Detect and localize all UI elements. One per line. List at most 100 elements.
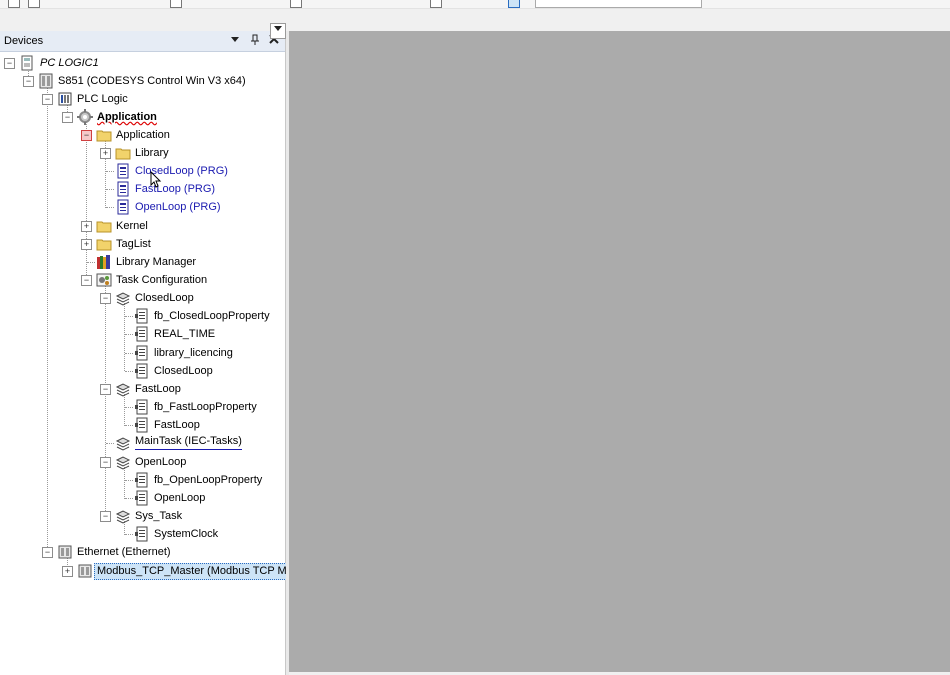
collapse-toggle[interactable]: − (23, 76, 34, 87)
program-call-icon (134, 363, 150, 379)
tree-node-modbus-master[interactable]: + Modbus_TCP_Master (Modbus TCP Maste (0, 562, 286, 580)
tree-node-kernel[interactable]: + Kernel (0, 217, 280, 235)
folder-icon (115, 145, 131, 161)
toolbar-strip (0, 9, 950, 31)
tree-line (106, 207, 114, 208)
tree-node-program-call[interactable]: library_licencing (0, 344, 280, 362)
tree-node-label: Modbus_TCP_Master (Modbus TCP Maste (94, 563, 286, 580)
tree-line (125, 498, 133, 499)
ethernet-device-icon (57, 544, 73, 560)
tree-node-label: FastLoop (135, 383, 181, 395)
tree-node-label: PLC Logic (77, 93, 128, 105)
collapse-toggle[interactable]: − (42, 547, 53, 558)
toolbar-button[interactable] (170, 0, 182, 8)
application-combo[interactable] (535, 0, 702, 8)
device-icon (38, 73, 54, 89)
toolbar-button[interactable] (8, 0, 20, 8)
program-call-icon (134, 308, 150, 324)
tree-node-label: ClosedLoop (154, 365, 213, 377)
tree-node-application[interactable]: − Application (0, 108, 280, 126)
tree-node-label: MainTask (IEC-Tasks) (135, 434, 242, 450)
expand-toggle[interactable]: + (81, 239, 92, 250)
tree-line (106, 189, 114, 190)
tree-node-task-configuration[interactable]: − Task Configuration (0, 271, 280, 289)
tree-node-label: OpenLoop (PRG) (135, 201, 221, 213)
collapse-toggle[interactable]: − (81, 275, 92, 286)
tree-node-app-folder[interactable]: − Application (0, 126, 280, 144)
tree-node-library-manager[interactable]: Library Manager (0, 253, 280, 271)
tree-line (125, 371, 133, 372)
expand-toggle[interactable]: + (81, 221, 92, 232)
ethernet-device-icon (77, 563, 93, 579)
toolbar-button[interactable] (290, 0, 302, 8)
tree-node-program-call[interactable]: fb_FastLoopProperty (0, 398, 280, 416)
tree-node-program-call[interactable]: SystemClock (0, 525, 280, 543)
collapse-toggle[interactable]: − (81, 130, 92, 141)
tree-node-label: ClosedLoop (PRG) (135, 165, 228, 177)
program-call-icon (134, 472, 150, 488)
task-config-icon (96, 272, 112, 288)
expand-toggle[interactable]: + (100, 148, 111, 159)
collapse-toggle[interactable]: − (100, 384, 111, 395)
tree-node-program-call[interactable]: REAL_TIME (0, 325, 280, 343)
task-stack-icon (115, 435, 131, 451)
tree-node-program-call[interactable]: fb_OpenLoopProperty (0, 471, 280, 489)
toolbar-button[interactable] (430, 0, 442, 8)
tree-node-device[interactable]: − S851 (CODESYS Control Win V3 x64) (0, 72, 280, 90)
tree-line (106, 171, 114, 172)
collapse-toggle[interactable]: − (100, 293, 111, 304)
pou-program-icon (115, 163, 131, 179)
collapse-toggle[interactable]: − (42, 94, 53, 105)
folder-icon (96, 218, 112, 234)
pou-program-icon (115, 181, 131, 197)
tree-node-program-call[interactable]: FastLoop (0, 416, 280, 434)
tree-line (125, 334, 133, 335)
tree-line (125, 480, 133, 481)
tree-node-taglist[interactable]: + TagList (0, 235, 280, 253)
program-call-icon (134, 526, 150, 542)
tree-node-label: OpenLoop (154, 492, 206, 504)
tree-node-task-openloop[interactable]: − OpenLoop (0, 453, 280, 471)
tree-node-label: Task Configuration (116, 274, 208, 286)
tree-node-task-fastloop[interactable]: − FastLoop (0, 380, 280, 398)
tree-node-root[interactable]: − PC LOGIC1 (0, 54, 280, 72)
program-call-icon (134, 417, 150, 433)
tree-node-task-closedloop[interactable]: − ClosedLoop (0, 289, 280, 307)
tree-line (87, 262, 95, 263)
tree-node-closedloop-prg[interactable]: ClosedLoop (PRG) (0, 162, 280, 180)
expand-toggle[interactable]: + (62, 566, 73, 577)
program-call-icon (134, 326, 150, 342)
tree-node-label: ClosedLoop (135, 292, 194, 304)
pou-program-icon (115, 199, 131, 215)
collapse-toggle[interactable]: − (100, 511, 111, 522)
toolbar-button[interactable] (508, 0, 520, 8)
collapse-toggle[interactable]: − (100, 457, 111, 468)
tree-node-label: FastLoop (154, 419, 200, 431)
pin-icon[interactable] (248, 34, 262, 48)
books-icon (96, 254, 112, 270)
task-stack-icon (115, 290, 131, 306)
tree-options-dropdown[interactable] (270, 23, 286, 39)
tree-line (125, 407, 133, 408)
folder-icon (96, 127, 112, 143)
tree-node-program-call[interactable]: ClosedLoop (0, 362, 280, 380)
toolbar-button[interactable] (28, 0, 40, 8)
program-call-icon (134, 399, 150, 415)
tree-node-plc-logic[interactable]: − PLC Logic (0, 90, 280, 108)
tree-node-openloop-prg[interactable]: OpenLoop (PRG) (0, 198, 280, 216)
plc-logic-icon (57, 91, 73, 107)
tree-node-label: SystemClock (154, 528, 219, 540)
tree-node-label: fb_FastLoopProperty (154, 401, 257, 413)
tree-node-program-call[interactable]: OpenLoop (0, 489, 280, 507)
collapse-toggle[interactable]: − (62, 112, 73, 123)
tree-node-library[interactable]: + Library (0, 144, 280, 162)
panel-dropdown-icon[interactable] (228, 34, 242, 48)
tree-node-label: Ethernet (Ethernet) (77, 546, 171, 558)
tree-node-main-task[interactable]: MainTask (IEC-Tasks) (0, 434, 280, 452)
tree-node-ethernet[interactable]: − Ethernet (Ethernet) (0, 543, 280, 561)
tree-node-task-sys[interactable]: − Sys_Task (0, 507, 280, 525)
tree-node-program-call[interactable]: fb_ClosedLoopProperty (0, 307, 280, 325)
collapse-toggle[interactable]: − (4, 58, 15, 69)
tree-node-fastloop-prg[interactable]: FastLoop (PRG) (0, 180, 280, 198)
tree-node-label: library_licencing (154, 347, 233, 359)
